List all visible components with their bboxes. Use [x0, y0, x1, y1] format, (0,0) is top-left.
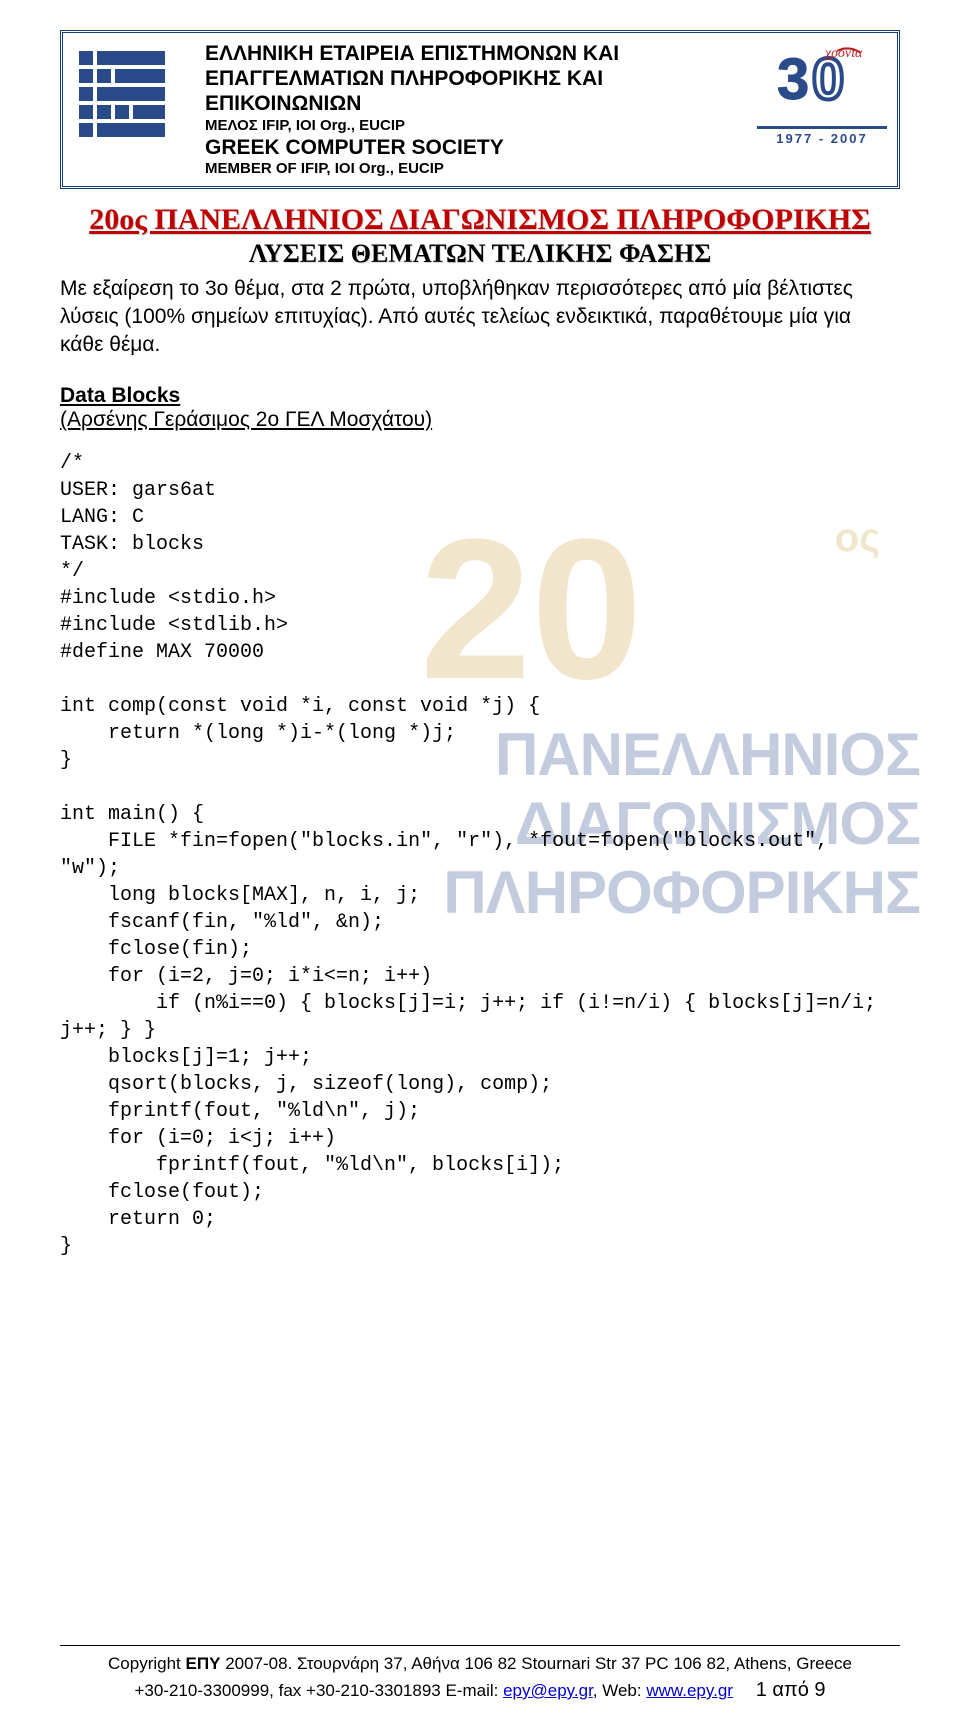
header-text: ΕΛΛΗΝΙΚΗ ΕΤΑΙΡΕΙΑ ΕΠΙΣΤΗΜΟΝΩΝ ΚΑΙ ΕΠΑΓΓΕ…	[205, 39, 745, 180]
footer-line1: Copyright ΕΠΥ 2007-08. Στουρνάρη 37, Αθή…	[60, 1652, 900, 1676]
header-member-en: MEMBER OF IFIP, IOI Org., EUCIP	[205, 160, 745, 178]
header-box: ΕΛΛΗΝΙΚΗ ΕΤΑΙΡΕΙΑ ΕΠΙΣΤΗΜΟΝΩΝ ΚΑΙ ΕΠΑΓΓΕ…	[60, 30, 900, 189]
document-title: 20ος ΠΑΝΕΛΛΗΝΙΟΣ ΔΙΑΓΩΝΙΣΜΟΣ ΠΛΗΡΟΦΟΡΙΚΗ…	[60, 203, 900, 237]
document-subtitle: ΛΥΣΕΙΣ ΘΕΜΑΤΩΝ ΤΕΛΙΚΗΣ ΦΑΣΗΣ	[60, 239, 900, 269]
svg-text:3: 3	[777, 47, 809, 112]
footer-years: 2007-08.	[220, 1654, 297, 1673]
section-title: Data Blocks	[60, 384, 900, 408]
section-author: (Αρσένης Γεράσιμος 2ο ΓΕΛ Μοσχάτου)	[60, 408, 900, 432]
logo-anniversary: 3 0 χρόνια 1977 - 2007	[757, 39, 887, 146]
page-content: ΕΛΛΗΝΙΚΗ ΕΤΑΙΡΕΙΑ ΕΠΙΣΤΗΜΟΝΩΝ ΚΑΙ ΕΠΑΓΓΕ…	[0, 0, 960, 1260]
footer-email-label: E-mail:	[445, 1681, 503, 1700]
header-gr-line3: ΕΠΙΚΟΙΝΩΝΙΩΝ	[205, 91, 745, 116]
footer-org: ΕΠΥ	[186, 1654, 221, 1673]
footer-web-label: , Web:	[593, 1681, 647, 1700]
logo-epy	[73, 39, 193, 149]
footer-address: Στουρνάρη 37, Αθήνα 106 82 Stournari Str…	[297, 1654, 852, 1673]
footer-copyright-prefix: Copyright	[108, 1654, 185, 1673]
anniversary-years: 1977 - 2007	[757, 126, 887, 146]
footer-email-link[interactable]: epy@epy.gr	[503, 1681, 593, 1700]
footer-line2: +30-210-3300999, fax +30-210-3301893 E-m…	[60, 1676, 900, 1704]
header-member-gr: ΜΕΛΟΣ IFIP, IOI Org., EUCIP	[205, 117, 745, 135]
code-block: /* USER: gars6at LANG: C TASK: blocks */…	[60, 450, 900, 1260]
page-number: 1 από 9	[756, 1676, 826, 1704]
footer-web-link[interactable]: www.epy.gr	[646, 1681, 733, 1700]
anniversary-icon: 3 0 χρόνια	[767, 39, 877, 124]
footer-phone: +30-210-3300999, fax +30-210-3301893	[134, 1681, 445, 1700]
footer: Copyright ΕΠΥ 2007-08. Στουρνάρη 37, Αθή…	[60, 1645, 900, 1704]
header-en-line: GREEK COMPUTER SOCIETY	[205, 135, 745, 160]
header-gr-line2: ΕΠΑΓΓΕΛΜΑΤΙΩΝ ΠΛΗΡΟΦΟΡΙΚΗΣ ΚΑΙ	[205, 66, 745, 91]
intro-paragraph: Με εξαίρεση το 3ο θέμα, στα 2 πρώτα, υπο…	[60, 275, 900, 360]
header-gr-line1: ΕΛΛΗΝΙΚΗ ΕΤΑΙΡΕΙΑ ΕΠΙΣΤΗΜΟΝΩΝ ΚΑΙ	[205, 41, 745, 66]
